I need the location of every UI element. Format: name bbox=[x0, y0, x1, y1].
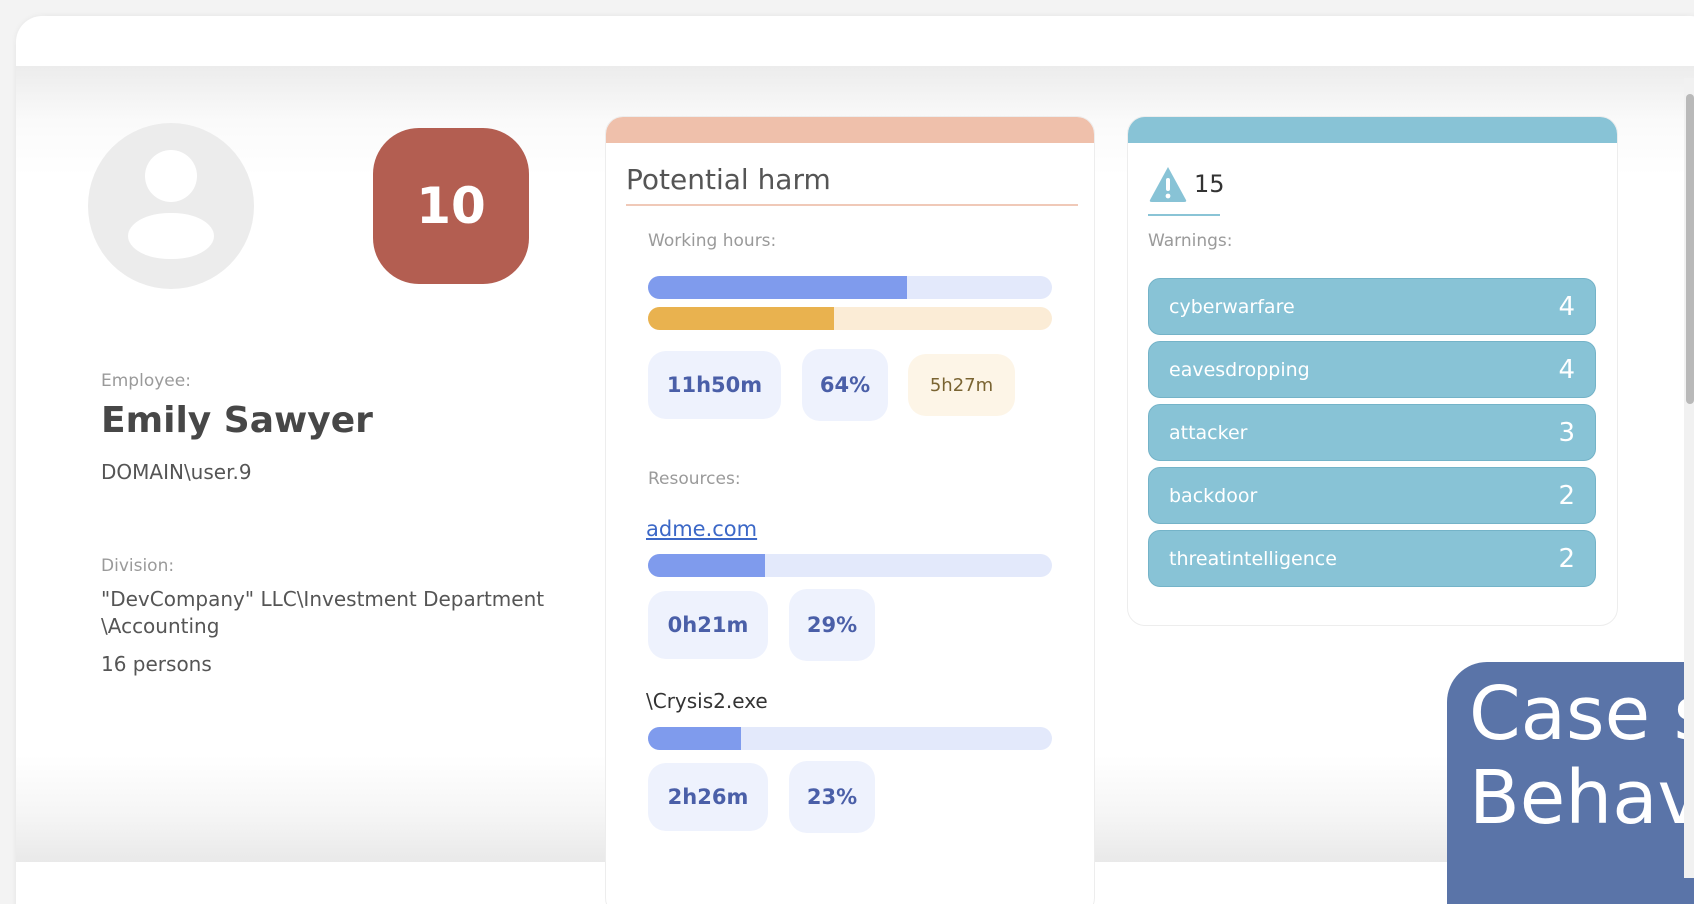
warnings-header: 15 bbox=[1148, 165, 1225, 203]
potential-harm-card: Potential harm Working hours: 11h50m 64%… bbox=[605, 116, 1095, 904]
division-line-2: \Accounting bbox=[101, 614, 220, 638]
resource-bar-fill bbox=[648, 727, 741, 750]
warnings-total: 15 bbox=[1194, 170, 1225, 198]
harm-title: Potential harm bbox=[626, 163, 831, 196]
resource-percent-value: 23% bbox=[789, 761, 875, 833]
warning-item-cyberwarfare[interactable]: cyberwarfare 4 bbox=[1148, 278, 1596, 335]
warning-name: threatintelligence bbox=[1169, 547, 1337, 570]
resources-label: Resources: bbox=[648, 469, 741, 489]
case-study-banner: Case s Behav bbox=[1447, 662, 1694, 904]
banner-line-1: Case s bbox=[1469, 671, 1694, 757]
warnings-header-divider bbox=[1148, 214, 1220, 216]
avatar-head bbox=[145, 150, 197, 202]
resource-time-value: 0h21m bbox=[648, 591, 768, 659]
warnings-card: 15 Warnings: cyberwarfare 4 eavesdroppin… bbox=[1127, 116, 1618, 626]
resource-link-adme[interactable]: adme.com bbox=[646, 517, 757, 541]
warning-item-eavesdropping[interactable]: eavesdropping 4 bbox=[1148, 341, 1596, 398]
warning-name: eavesdropping bbox=[1169, 358, 1310, 381]
working-extra-value: 5h27m bbox=[908, 354, 1015, 416]
warning-count: 3 bbox=[1558, 417, 1575, 448]
working-hours-extra-bar-fill bbox=[648, 307, 834, 330]
warning-count: 4 bbox=[1558, 291, 1575, 322]
warning-name: cyberwarfare bbox=[1169, 295, 1295, 318]
employee-name: Emily Sawyer bbox=[101, 400, 373, 441]
warning-item-attacker[interactable]: attacker 3 bbox=[1148, 404, 1596, 461]
warning-count: 4 bbox=[1558, 354, 1575, 385]
avatar-body bbox=[128, 213, 214, 259]
working-time-value: 11h50m bbox=[648, 351, 781, 419]
working-percent-value: 64% bbox=[802, 349, 888, 421]
resource-bar bbox=[648, 554, 1052, 577]
warnings-label: Warnings: bbox=[1148, 231, 1233, 251]
division-line-1: "DevCompany" LLC\Investment Department bbox=[101, 587, 545, 611]
warning-item-backdoor[interactable]: backdoor 2 bbox=[1148, 467, 1596, 524]
resource-bar bbox=[648, 727, 1052, 750]
employee-label: Employee: bbox=[101, 371, 191, 391]
working-hours-bar-fill bbox=[648, 276, 907, 299]
resource-time-value: 2h26m bbox=[648, 763, 768, 831]
harm-card-accent-bar bbox=[606, 117, 1094, 143]
warning-triangle-icon bbox=[1149, 167, 1187, 202]
warning-count: 2 bbox=[1558, 543, 1575, 574]
banner-line-2: Behav bbox=[1469, 755, 1694, 841]
user-avatar-icon bbox=[88, 123, 254, 289]
resource-name-crysis: \Crysis2.exe bbox=[646, 689, 768, 713]
division-path: "DevCompany" LLC\Investment Department \… bbox=[101, 586, 581, 640]
resource-percent-value: 29% bbox=[789, 589, 875, 661]
banner-text: Case s Behav bbox=[1469, 672, 1694, 840]
employee-login: DOMAIN\user.9 bbox=[101, 460, 252, 484]
working-hours-bar bbox=[648, 276, 1052, 299]
resource-bar-fill bbox=[648, 554, 766, 577]
warning-item-threatintelligence[interactable]: threatintelligence 2 bbox=[1148, 530, 1596, 587]
warnings-card-accent-bar bbox=[1128, 117, 1617, 143]
warning-name: attacker bbox=[1169, 421, 1248, 444]
working-hours-extra-bar bbox=[648, 307, 1052, 330]
division-persons-count: 16 persons bbox=[101, 652, 212, 676]
scrollbar-thumb[interactable] bbox=[1686, 94, 1694, 404]
harm-title-divider bbox=[626, 204, 1078, 206]
working-hours-label: Working hours: bbox=[648, 231, 777, 251]
division-label: Division: bbox=[101, 556, 175, 576]
risk-score-badge: 10 bbox=[373, 128, 529, 284]
warning-count: 2 bbox=[1558, 480, 1575, 511]
warning-name: backdoor bbox=[1169, 484, 1258, 507]
